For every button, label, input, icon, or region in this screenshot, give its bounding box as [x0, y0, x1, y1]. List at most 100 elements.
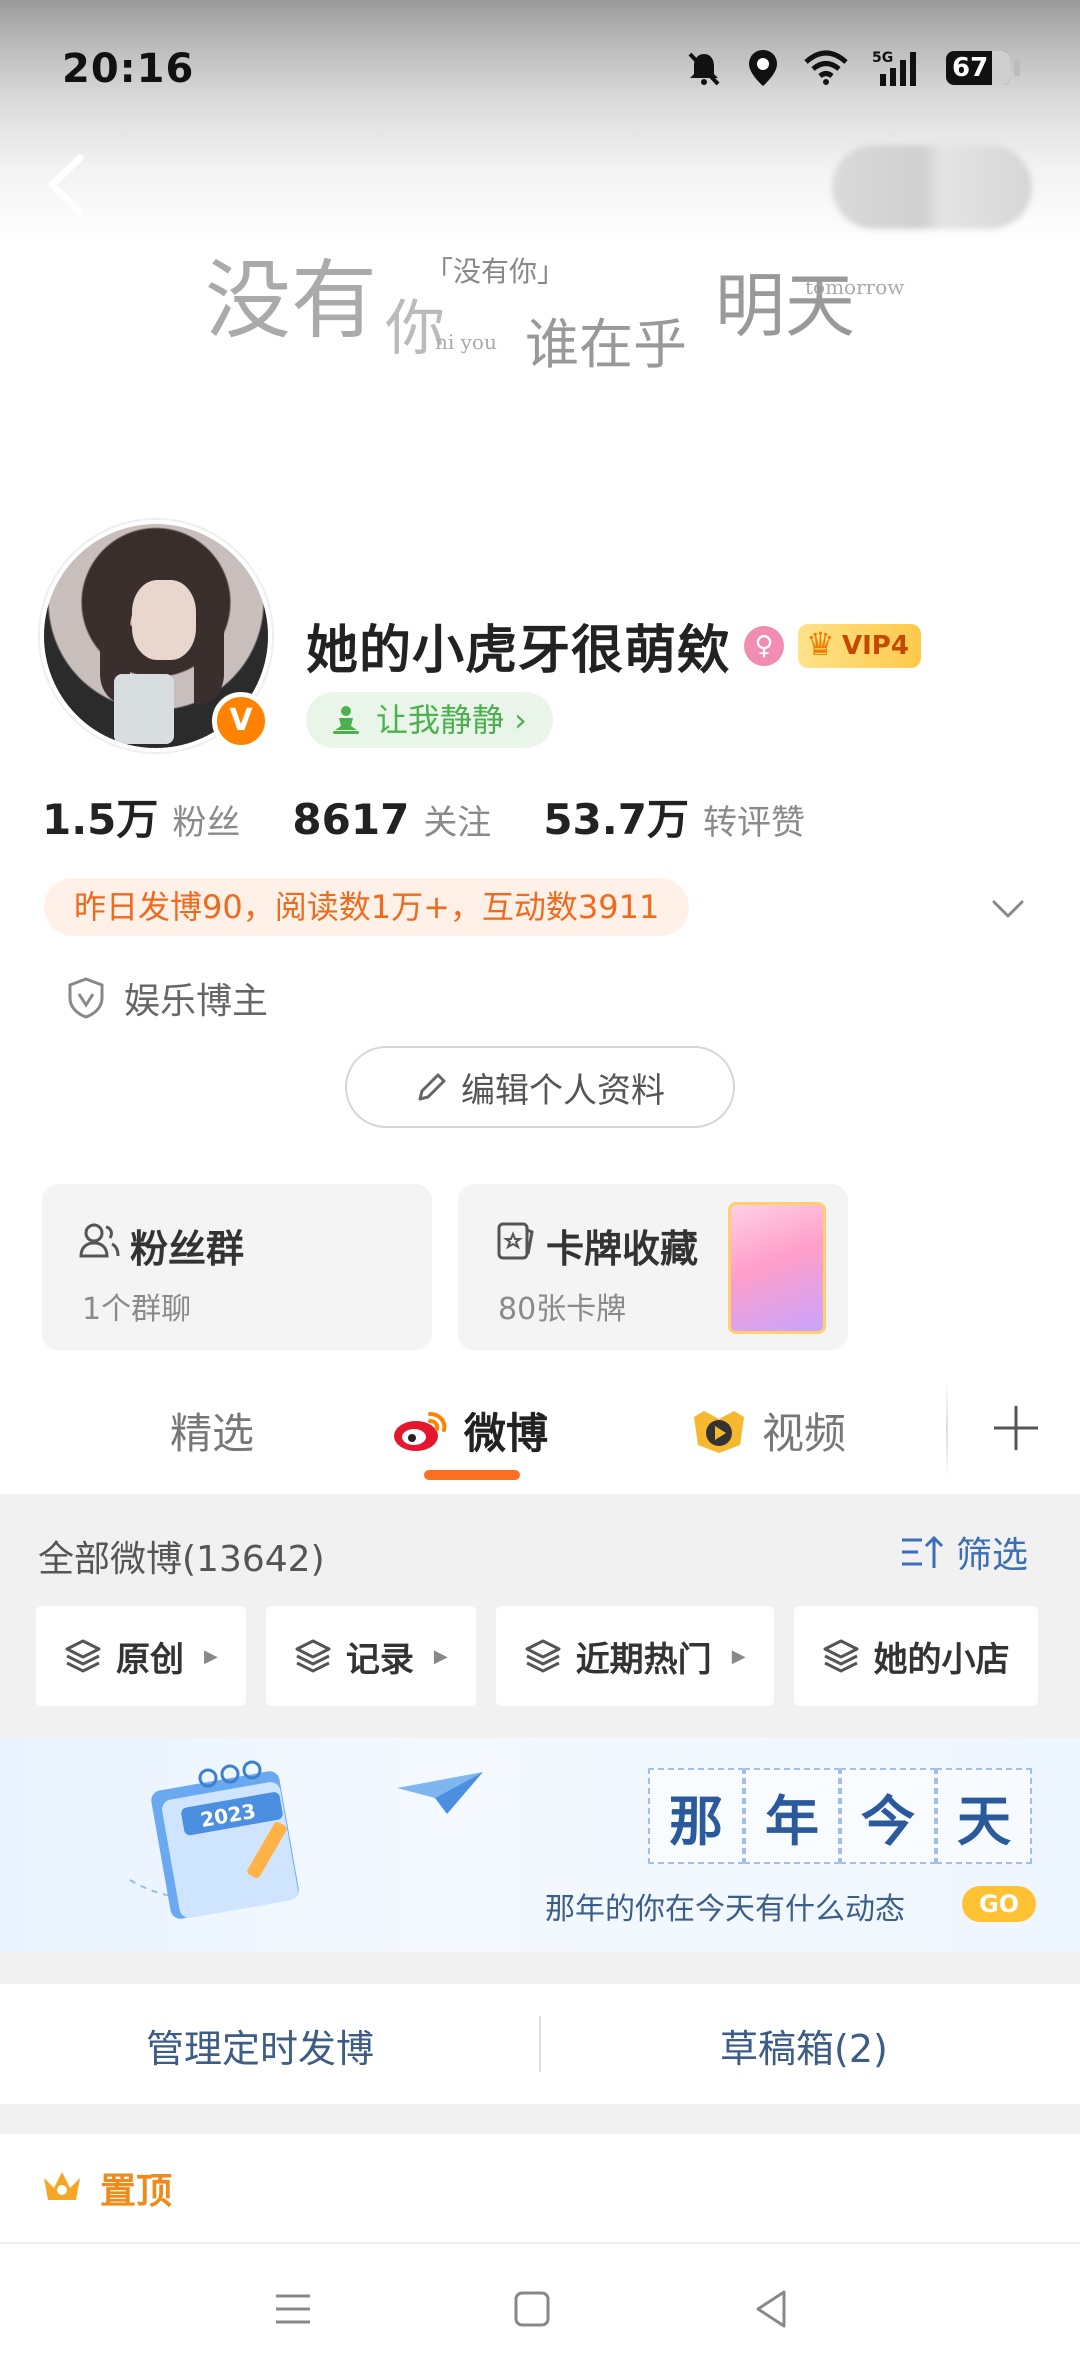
profile-tabs: 精选 微博 视频 [0, 1370, 1080, 1490]
edit-profile-button[interactable]: 编辑个人资料 [345, 1046, 735, 1128]
pencil-icon [418, 1073, 446, 1101]
wifi-icon [804, 50, 848, 85]
edit-profile-label: 编辑个人资料 [461, 1070, 665, 1111]
card-collection-card[interactable]: 卡牌收藏 80张卡牌 [458, 1184, 848, 1350]
layers-icon [823, 1639, 859, 1673]
card-icon [497, 1222, 534, 1260]
cover-text-7: ni you [435, 330, 497, 354]
stat-number: 8617 [292, 795, 410, 844]
weibo-logo-icon [394, 1411, 447, 1451]
card-subtitle: 80张卡牌 [498, 1292, 627, 1327]
chip-her-store[interactable]: 她的小店 [793, 1606, 1038, 1706]
chip-recent-hot[interactable]: 近期热门 ▶ [495, 1606, 774, 1706]
title-char: 那 [648, 1768, 744, 1864]
stat-label: 转评赞 [702, 803, 805, 843]
stat-followers[interactable]: 1.5万 粉丝 [42, 786, 240, 847]
drafts-button[interactable]: 草稿箱(2) [720, 2018, 888, 2073]
chip-original[interactable]: 原创 ▶ [36, 1606, 246, 1706]
plus-icon[interactable] [988, 1400, 1044, 1456]
fan-group-card[interactable]: 粉丝群 1个群聊 [42, 1184, 432, 1350]
cover-text-1: 没有 [205, 251, 377, 351]
battery-indicator: 67 [946, 51, 1020, 85]
go-button[interactable]: GO [962, 1886, 1036, 1922]
pinned-label: 置顶 [100, 2171, 173, 2212]
tab-weibo[interactable]: 微博 [392, 1400, 548, 1461]
cover-text-6: tomorrow [805, 275, 905, 299]
paper-plane-icon [397, 1772, 483, 1814]
chip-label: 原创 [116, 1639, 184, 1680]
status-bar: 20:16 5G 67 [0, 0, 1080, 140]
filter-icon [901, 1535, 944, 1568]
calendar-illustration-icon: 2023 [129, 1760, 299, 1919]
tab-label: 微博 [464, 1409, 549, 1458]
tab-featured[interactable]: 精选 [170, 1400, 254, 1461]
card-subtitle: 1个群聊 [82, 1292, 192, 1327]
chip-label: 近期热门 [575, 1639, 712, 1680]
avatar-container[interactable]: V [40, 520, 280, 760]
back-chevron-icon[interactable] [36, 150, 96, 220]
crown-icon [44, 2172, 80, 2200]
nickname: 她的小虎牙很萌欸 [306, 621, 731, 681]
tab-label: 视频 [762, 1409, 847, 1458]
status-icons: 5G 67 [684, 48, 1020, 88]
layers-icon [525, 1639, 561, 1673]
chip-label: 记录 [345, 1639, 414, 1680]
svg-text:5G: 5G [872, 50, 893, 66]
card-thumbnail [728, 1202, 826, 1334]
filter-label: 筛选 [955, 1535, 1028, 1576]
menu-icon[interactable] [268, 2284, 318, 2334]
meditate-icon [333, 706, 359, 734]
video-play-icon [694, 1410, 744, 1453]
activity-summary[interactable]: 昨日发博90，阅读数1万+，互动数3911 [44, 878, 690, 936]
on-this-day-title: 那 年 今 天 [648, 1768, 1032, 1864]
on-this-day-subtitle: 那年的你在今天有什么动态 [545, 1892, 905, 1927]
certification-row[interactable]: 娱乐博主 [66, 972, 268, 1024]
card-title: 粉丝群 [130, 1227, 245, 1271]
verified-badge-icon: V [212, 692, 270, 750]
feature-cards: 粉丝群 1个群聊 卡牌收藏 80张卡牌 [42, 1184, 848, 1350]
chevron-down-icon[interactable] [988, 888, 1028, 928]
certification-label: 娱乐博主 [124, 981, 269, 1022]
mood-status-pill[interactable]: 让我静静 › [306, 692, 553, 748]
category-chips: 原创 ▶ 记录 ▶ 近期热门 ▶ 她的小店 [36, 1606, 1080, 1706]
filter-button[interactable]: 筛选 [900, 1526, 1028, 1578]
on-this-day-banner[interactable]: 2023 那 年 今 天 那年的你在今天有什么动态 GO [0, 1738, 1080, 1952]
manage-divider [539, 2016, 541, 2072]
chip-label: 她的小店 [873, 1639, 1010, 1680]
post-management-row: 管理定时发博 草稿箱(2) [0, 1984, 1080, 2104]
caret-right-icon: ▶ [204, 1645, 218, 1667]
battery-level: 67 [952, 53, 989, 83]
people-icon [79, 1223, 120, 1258]
scheduled-posts-button[interactable]: 管理定时发博 [146, 2018, 374, 2073]
cover-text-4: 谁在乎 [525, 313, 687, 376]
caret-right-icon: ▶ [731, 1645, 746, 1667]
back-triangle-icon[interactable] [746, 2284, 796, 2334]
layers-icon [295, 1639, 331, 1673]
stat-number: 53.7万 [543, 795, 689, 844]
mute-bell-icon [688, 52, 720, 86]
mood-text: 让我静静 › [376, 701, 527, 739]
signal-5g-icon: 5G [872, 50, 916, 86]
tab-divider [946, 1380, 948, 1480]
stat-label: 粉丝 [172, 803, 241, 843]
cover-text-3: 「没有你」 [425, 255, 566, 288]
tab-video[interactable]: 视频 [690, 1400, 846, 1461]
card-title: 卡牌收藏 [546, 1227, 699, 1271]
blurred-header-action[interactable] [832, 145, 1032, 229]
stat-label: 关注 [423, 803, 492, 843]
female-icon: ♀ [744, 625, 785, 666]
caret-right-icon: ▶ [433, 1645, 448, 1667]
all-posts-count: 全部微博(13642) [38, 1539, 325, 1580]
stat-following[interactable]: 8617 关注 [292, 795, 491, 844]
tab-label: 精选 [170, 1409, 255, 1458]
battery-empty-fill [992, 51, 1010, 85]
active-tab-indicator [424, 1470, 520, 1480]
title-char: 今 [840, 1768, 936, 1864]
home-square-icon[interactable] [507, 2284, 557, 2334]
vip-badge[interactable]: VIP4 [798, 622, 921, 668]
title-char: 天 [936, 1768, 1032, 1864]
stat-likes[interactable]: 53.7万 转评赞 [543, 786, 805, 847]
nickname-row: 她的小虎牙很萌欸 ♀ VIP4 [306, 608, 921, 683]
chip-record[interactable]: 记录 ▶ [265, 1606, 476, 1706]
layers-icon [65, 1639, 101, 1673]
